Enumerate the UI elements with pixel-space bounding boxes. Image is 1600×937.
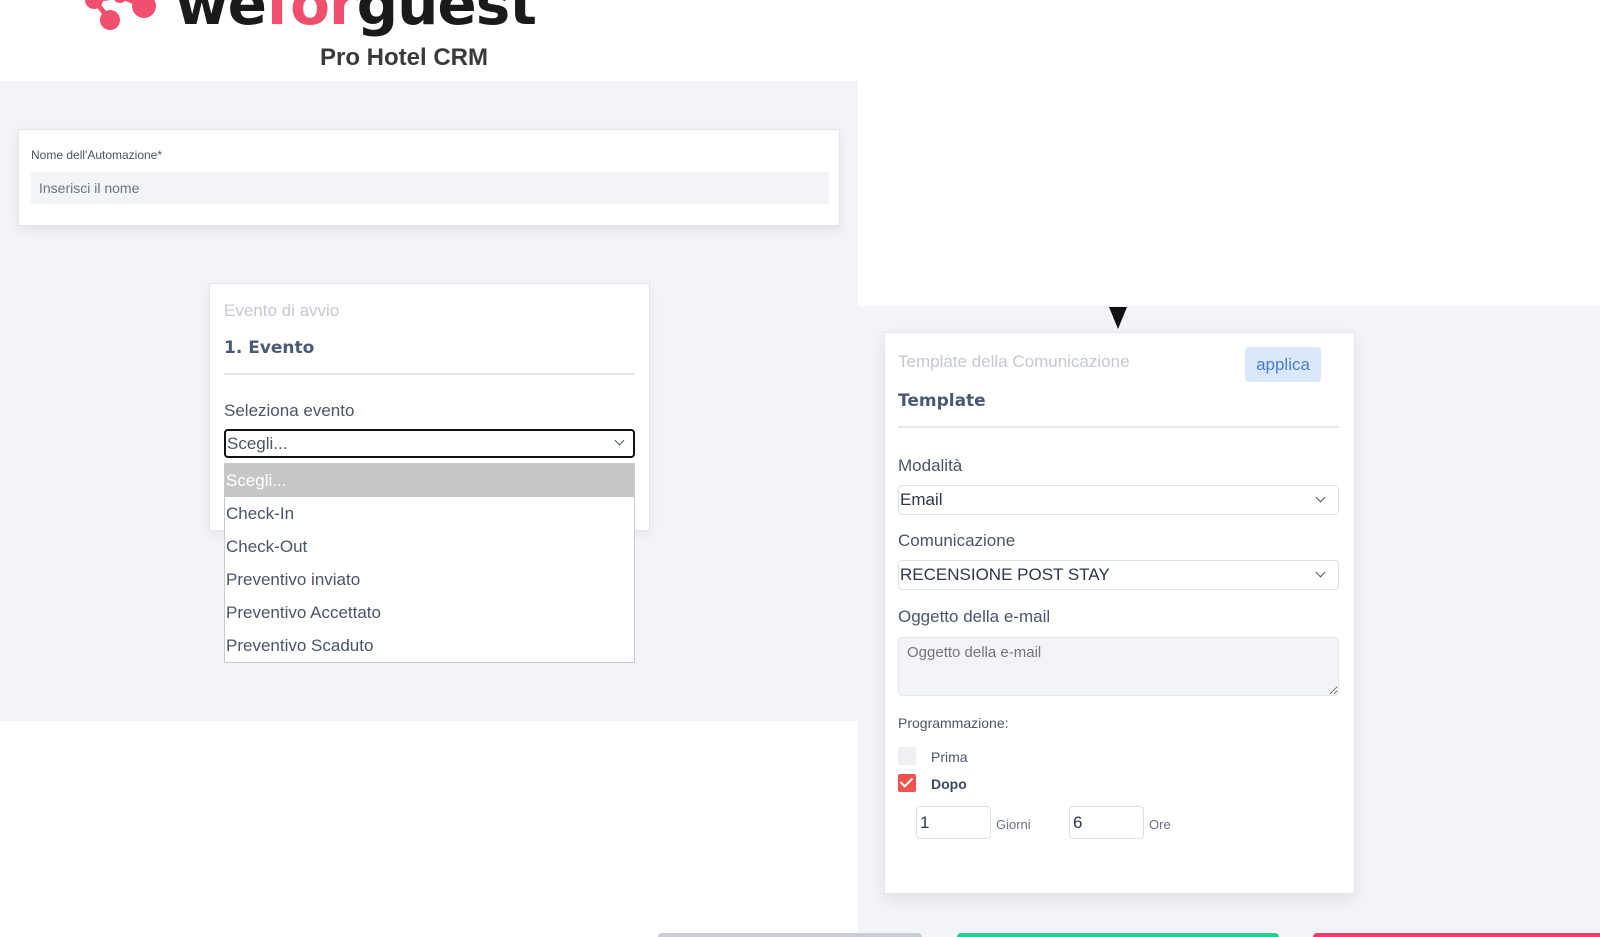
bottom-button-green[interactable]: [957, 933, 1279, 937]
chevron-down-icon: [1315, 492, 1326, 503]
hours-unit-label: Ore: [1149, 817, 1171, 832]
schedule-label: Programmazione:: [898, 715, 1009, 731]
chevron-down-icon: [614, 435, 625, 446]
event-option-scegli[interactable]: Scegli...: [225, 464, 634, 497]
mode-select[interactable]: Email: [898, 485, 1339, 515]
communication-label: Comunicazione: [898, 531, 1016, 550]
bottom-button-red[interactable]: [1313, 933, 1600, 937]
automation-name-input[interactable]: [31, 172, 829, 204]
automation-name-label: Nome dell'Automazione*: [31, 148, 163, 162]
chevron-down-icon: [1315, 567, 1326, 578]
before-label: Prima: [931, 749, 968, 765]
event-option-preventivo-scaduto[interactable]: Preventivo Scaduto: [225, 629, 634, 662]
subject-label: Oggetto della e-mail: [898, 607, 1051, 626]
connector-arrow-icon: [1109, 307, 1127, 329]
before-checkbox[interactable]: [898, 747, 916, 765]
days-input[interactable]: [916, 806, 991, 839]
communication-select-value: RECENSIONE POST STAY: [900, 565, 1110, 584]
event-select-value: Scegli...: [227, 434, 288, 453]
after-label: Dopo: [931, 776, 967, 792]
event-card-subtitle: Evento di avvio: [224, 301, 340, 320]
brand-subtitle: Pro Hotel CRM: [320, 44, 488, 71]
event-select-label: Seleziona evento: [224, 401, 355, 420]
event-dropdown-list: Scegli... Check-In Check-Out Preventivo …: [224, 463, 635, 663]
brand-logo-icon: [85, 0, 156, 30]
mode-select-value: Email: [900, 490, 943, 509]
brand-logo: weforguest Pro Hotel CRM: [80, 0, 537, 80]
bottom-button-grey[interactable]: [658, 933, 922, 937]
communication-select[interactable]: RECENSIONE POST STAY: [898, 560, 1339, 590]
brand-wordmark: weforguest: [175, 0, 537, 38]
template-card-subtitle: Template della Comunicazione: [898, 352, 1130, 371]
hours-input[interactable]: [1069, 806, 1144, 839]
event-option-preventivo-accettato[interactable]: Preventivo Accettato: [225, 596, 634, 629]
event-option-preventivo-inviato[interactable]: Preventivo inviato: [225, 563, 634, 596]
event-card-divider: [224, 373, 635, 375]
mode-label: Modalità: [898, 456, 963, 475]
apply-button[interactable]: applica: [1245, 347, 1321, 382]
event-card-title: 1. Evento: [224, 338, 315, 358]
automation-name-card: Nome dell'Automazione*: [18, 129, 840, 226]
event-option-check-out[interactable]: Check-Out: [225, 530, 634, 563]
subject-textarea[interactable]: [898, 637, 1339, 696]
template-card-divider: [898, 426, 1339, 428]
template-card-title: Template: [898, 391, 986, 411]
after-checkbox[interactable]: [898, 774, 916, 792]
event-option-check-in[interactable]: Check-In: [225, 497, 634, 530]
event-select[interactable]: Scegli...: [224, 429, 635, 458]
days-unit-label: Giorni: [996, 817, 1031, 832]
